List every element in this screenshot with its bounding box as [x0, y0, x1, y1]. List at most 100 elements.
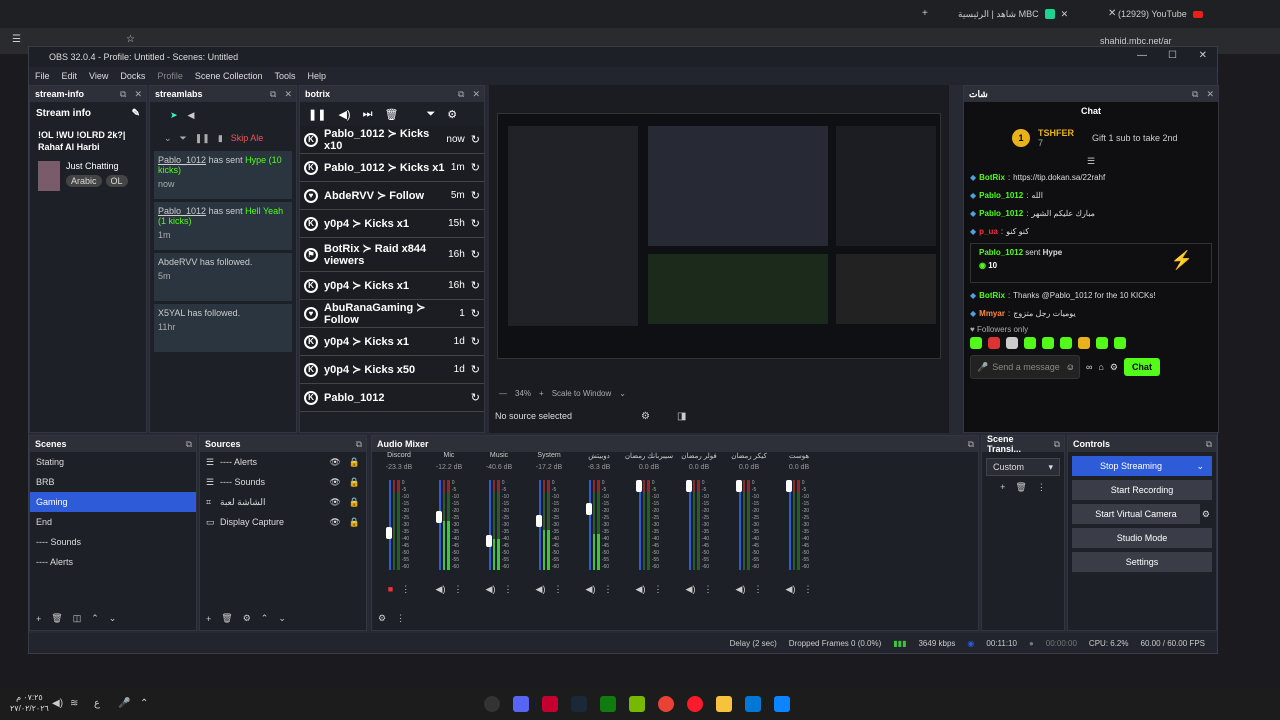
more-icon[interactable]: ⋮	[703, 584, 712, 595]
speaker-icon[interactable]: ◀)	[786, 584, 796, 595]
filters-icon[interactable]: ◨	[677, 411, 686, 422]
scale-select[interactable]: Scale to Window	[552, 389, 612, 398]
megaphone-icon[interactable]: ◀	[188, 110, 195, 121]
more-icon[interactable]: ⋮	[803, 584, 812, 595]
eye-icon[interactable]: 👁	[329, 477, 340, 488]
fader-track[interactable]	[586, 480, 592, 570]
trash-icon[interactable]: 🗑	[384, 108, 398, 121]
filters-icon[interactable]: ◫	[73, 613, 82, 624]
skip-icon[interactable]: ⏭	[363, 108, 373, 121]
windows-start-icon[interactable]	[774, 696, 790, 712]
fader-track[interactable]	[436, 480, 442, 570]
emote[interactable]	[988, 337, 1000, 349]
speaker-icon[interactable]: ◀)	[636, 584, 646, 595]
scene-item[interactable]: Gaming	[30, 492, 196, 512]
start-recording-button[interactable]: Start Recording	[1072, 480, 1212, 500]
speaker-icon[interactable]: ◀)	[536, 584, 546, 595]
add-icon[interactable]: +	[206, 614, 211, 624]
discord-icon[interactable]	[513, 696, 529, 712]
browser-tab-youtube[interactable]: (12929) YouTube	[1110, 0, 1211, 28]
popout-icon[interactable]: ⧉	[356, 439, 362, 450]
menu-help[interactable]: Help	[301, 67, 332, 85]
gear-icon[interactable]: ⚙	[1202, 509, 1210, 520]
zoom-out-icon[interactable]: —	[499, 389, 507, 398]
emote[interactable]	[1114, 337, 1126, 349]
lock-icon[interactable]: 🔒	[349, 517, 360, 528]
chat-username[interactable]: BotRix	[979, 291, 1005, 300]
fader-knob[interactable]	[436, 511, 442, 523]
source-item[interactable]: ⌗ الشاشة لعبة 👁 🔒	[200, 492, 366, 512]
gear-icon[interactable]: ⚙	[447, 108, 457, 121]
clock[interactable]: ٠٧:٢٥ م ٢٧/٠٢/٢٠٢٦	[10, 692, 49, 714]
arrow-down-icon[interactable]: ⌄	[109, 613, 117, 624]
opera-icon[interactable]	[687, 696, 703, 712]
pause-icon[interactable]: ❚❚	[195, 133, 210, 144]
more-icon[interactable]: ⋮	[503, 584, 512, 595]
alert-user[interactable]: Pablo_1012	[158, 206, 206, 216]
wifi-icon[interactable]: ≋	[70, 698, 78, 709]
menu-view[interactable]: View	[83, 67, 114, 85]
replay-icon[interactable]: ↻	[471, 335, 480, 348]
chat-username[interactable]: BotRix	[979, 173, 1005, 182]
studio-mode-button[interactable]: Studio Mode	[1072, 528, 1212, 548]
replay-icon[interactable]: ↻	[471, 307, 480, 320]
chat-username[interactable]: p_ua	[979, 227, 998, 236]
fader-track[interactable]	[736, 480, 742, 570]
menu-icon[interactable]: ☰	[12, 34, 21, 45]
scene-item[interactable]: BRB	[30, 472, 196, 492]
star-icon[interactable]: ☆	[126, 34, 135, 45]
advanced-audio-icon[interactable]: ⚙	[378, 613, 386, 624]
minimize-icon[interactable]: —	[1137, 50, 1147, 61]
store-icon[interactable]	[745, 696, 761, 712]
more-icon[interactable]: ⋮	[401, 584, 410, 595]
menu-edit[interactable]: Edit	[56, 67, 84, 85]
emote[interactable]	[970, 337, 982, 349]
nvidia-icon[interactable]	[629, 696, 645, 712]
replay-icon[interactable]: ↻	[471, 363, 480, 376]
more-icon[interactable]: ⋮	[753, 584, 762, 595]
filter-icon[interactable]: ⏷	[426, 108, 435, 121]
maximize-icon[interactable]: ☐	[1168, 50, 1177, 61]
store-icon[interactable]: ⌂	[1098, 362, 1103, 372]
fader-track[interactable]	[386, 480, 392, 570]
emote[interactable]	[1006, 337, 1018, 349]
eye-icon[interactable]: 👁	[329, 517, 340, 528]
fader-track[interactable]	[786, 480, 792, 570]
fader-knob[interactable]	[536, 515, 542, 527]
fader-knob[interactable]	[586, 503, 592, 515]
gear-icon[interactable]: ⚙	[1110, 362, 1118, 373]
chevron-up-icon[interactable]: ⌃	[140, 698, 148, 709]
fader-track[interactable]	[536, 480, 542, 570]
speaker-icon[interactable]: ◀)	[686, 584, 696, 595]
popout-icon[interactable]: ⧉	[1192, 89, 1198, 99]
gear-icon[interactable]: ⚙	[641, 411, 650, 422]
more-icon[interactable]: ⋮	[553, 584, 562, 595]
fader-track[interactable]	[636, 480, 642, 570]
replay-icon[interactable]: ↻	[471, 248, 480, 261]
url-text[interactable]: shahid.mbc.net/ar	[1100, 36, 1172, 46]
fader-knob[interactable]	[636, 480, 642, 492]
speaker-icon[interactable]: ◀)	[436, 584, 446, 595]
popout-icon[interactable]: ⧉	[1206, 439, 1212, 450]
gift-user[interactable]: Pablo_1012	[979, 248, 1023, 257]
program-preview[interactable]	[497, 113, 941, 359]
popout-icon[interactable]: ⧉	[458, 89, 464, 99]
trash-icon[interactable]: 🗑	[51, 613, 62, 624]
muted-icon[interactable]: ■	[388, 584, 393, 595]
start-virtual-camera-button[interactable]: Start Virtual Camera	[1072, 504, 1200, 524]
replay-icon[interactable]: ↻	[471, 133, 480, 146]
menu-docks[interactable]: Docks	[114, 67, 151, 85]
top-gifter-name[interactable]: TSHFER	[1038, 128, 1074, 138]
edit-icon[interactable]: ✎	[132, 108, 140, 119]
menu-tools[interactable]: Tools	[268, 67, 301, 85]
lock-icon[interactable]: 🔒	[349, 477, 360, 488]
eye-icon[interactable]: 👁	[329, 497, 340, 508]
fader-knob[interactable]	[786, 480, 792, 492]
arrow-up-icon[interactable]: ⌃	[91, 613, 99, 624]
replay-icon[interactable]: ↻	[471, 161, 480, 174]
arrow-up-icon[interactable]: ⌃	[261, 613, 269, 624]
emote[interactable]	[1042, 337, 1054, 349]
more-icon[interactable]: ⋮	[1037, 482, 1046, 493]
more-icon[interactable]: ⋮	[603, 584, 612, 595]
chevron-down-icon[interactable]: ⌄	[1196, 461, 1204, 472]
